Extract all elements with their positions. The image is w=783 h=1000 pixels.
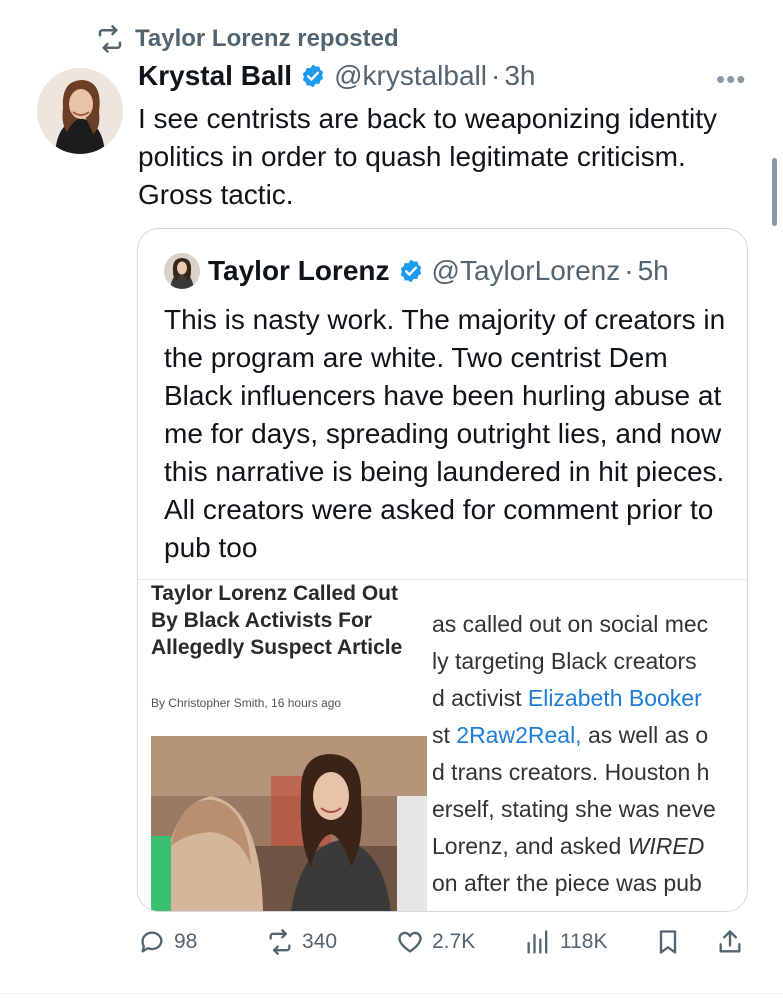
article-line: as called out on social mec [432,611,709,637]
repost-icon [269,929,291,955]
bookmark-button[interactable] [654,928,682,956]
bar-chart-icon [527,930,548,954]
more-options-icon[interactable]: ••• [716,64,746,95]
article-line: d activist Elizabeth Booker [432,685,702,711]
tweet-text: I see centrists are back to weaponizing … [138,103,717,210]
action-bar: 98 340 2.7K 118K [138,928,748,960]
repost-label: Taylor Lorenz reposted [135,25,399,52]
article-line: on after the piece was pub [432,870,702,896]
repost-button[interactable]: 340 [266,928,337,956]
article-body-text: as called out on social mec ly targeting… [432,606,747,902]
separator-dot: · [490,60,501,91]
repost-indicator[interactable]: Taylor Lorenz reposted [95,24,399,54]
article-link[interactable]: 2Raw2Real, [456,722,581,748]
reply-button[interactable]: 98 [138,928,197,956]
article-photo [151,736,427,911]
quote-author-name[interactable]: Taylor Lorenz [208,255,390,287]
reply-icon [141,931,163,953]
heart-icon [398,931,422,953]
quote-timestamp[interactable]: 5h [638,255,669,287]
quote-avatar-image [164,253,200,289]
article-left-column: Taylor Lorenz Called Out By Black Activi… [138,580,428,911]
article-screenshot[interactable]: Taylor Lorenz Called Out By Black Activi… [138,579,747,911]
like-count: 2.7K [432,930,476,953]
quote-text: This is nasty work. The majority of crea… [164,304,726,563]
view-count: 118K [560,930,608,953]
quoted-tweet[interactable]: Taylor Lorenz @TaylorLorenz · 5h This is… [137,228,748,912]
views-button[interactable]: 118K [524,928,608,956]
share-button[interactable] [716,928,744,956]
article-line: Lorenz, and asked WIRED [432,833,705,859]
article-line: d trans creators. Houston h [432,759,710,785]
reply-count: 98 [174,930,198,953]
quote-header: Taylor Lorenz @TaylorLorenz · 5h [208,255,669,287]
author-handle[interactable]: @krystalball [334,60,487,92]
verified-badge-icon [302,64,324,88]
quote-author-handle[interactable]: @TaylorLorenz [432,255,621,287]
repost-icon [98,25,122,53]
author-name[interactable]: Krystal Ball [138,60,292,92]
timestamp[interactable]: 3h [504,60,535,92]
separator-dot: · [624,255,634,286]
tweet-header: Krystal Ball @krystalball · 3h [138,60,535,92]
article-line: st 2Raw2Real, as well as o [432,722,709,748]
bookmark-icon [659,930,677,954]
avatar-image [37,68,123,154]
share-icon [719,930,741,953]
article-headline: Taylor Lorenz Called Out By Black Activi… [151,582,403,659]
article-link[interactable]: Elizabeth Booker [528,685,702,711]
verified-badge-icon [400,259,421,283]
article-byline: By Christopher Smith, 16 hours ago [151,696,342,710]
article-line: ly targeting Black creators [432,648,697,674]
like-button[interactable]: 2.7K [396,928,475,956]
divider [0,993,783,994]
scrollbar[interactable] [772,158,777,226]
quote-avatar[interactable] [164,253,200,289]
article-line: erself, stating she was neve [432,796,716,822]
avatar[interactable] [37,68,123,154]
repost-count: 340 [302,930,338,953]
